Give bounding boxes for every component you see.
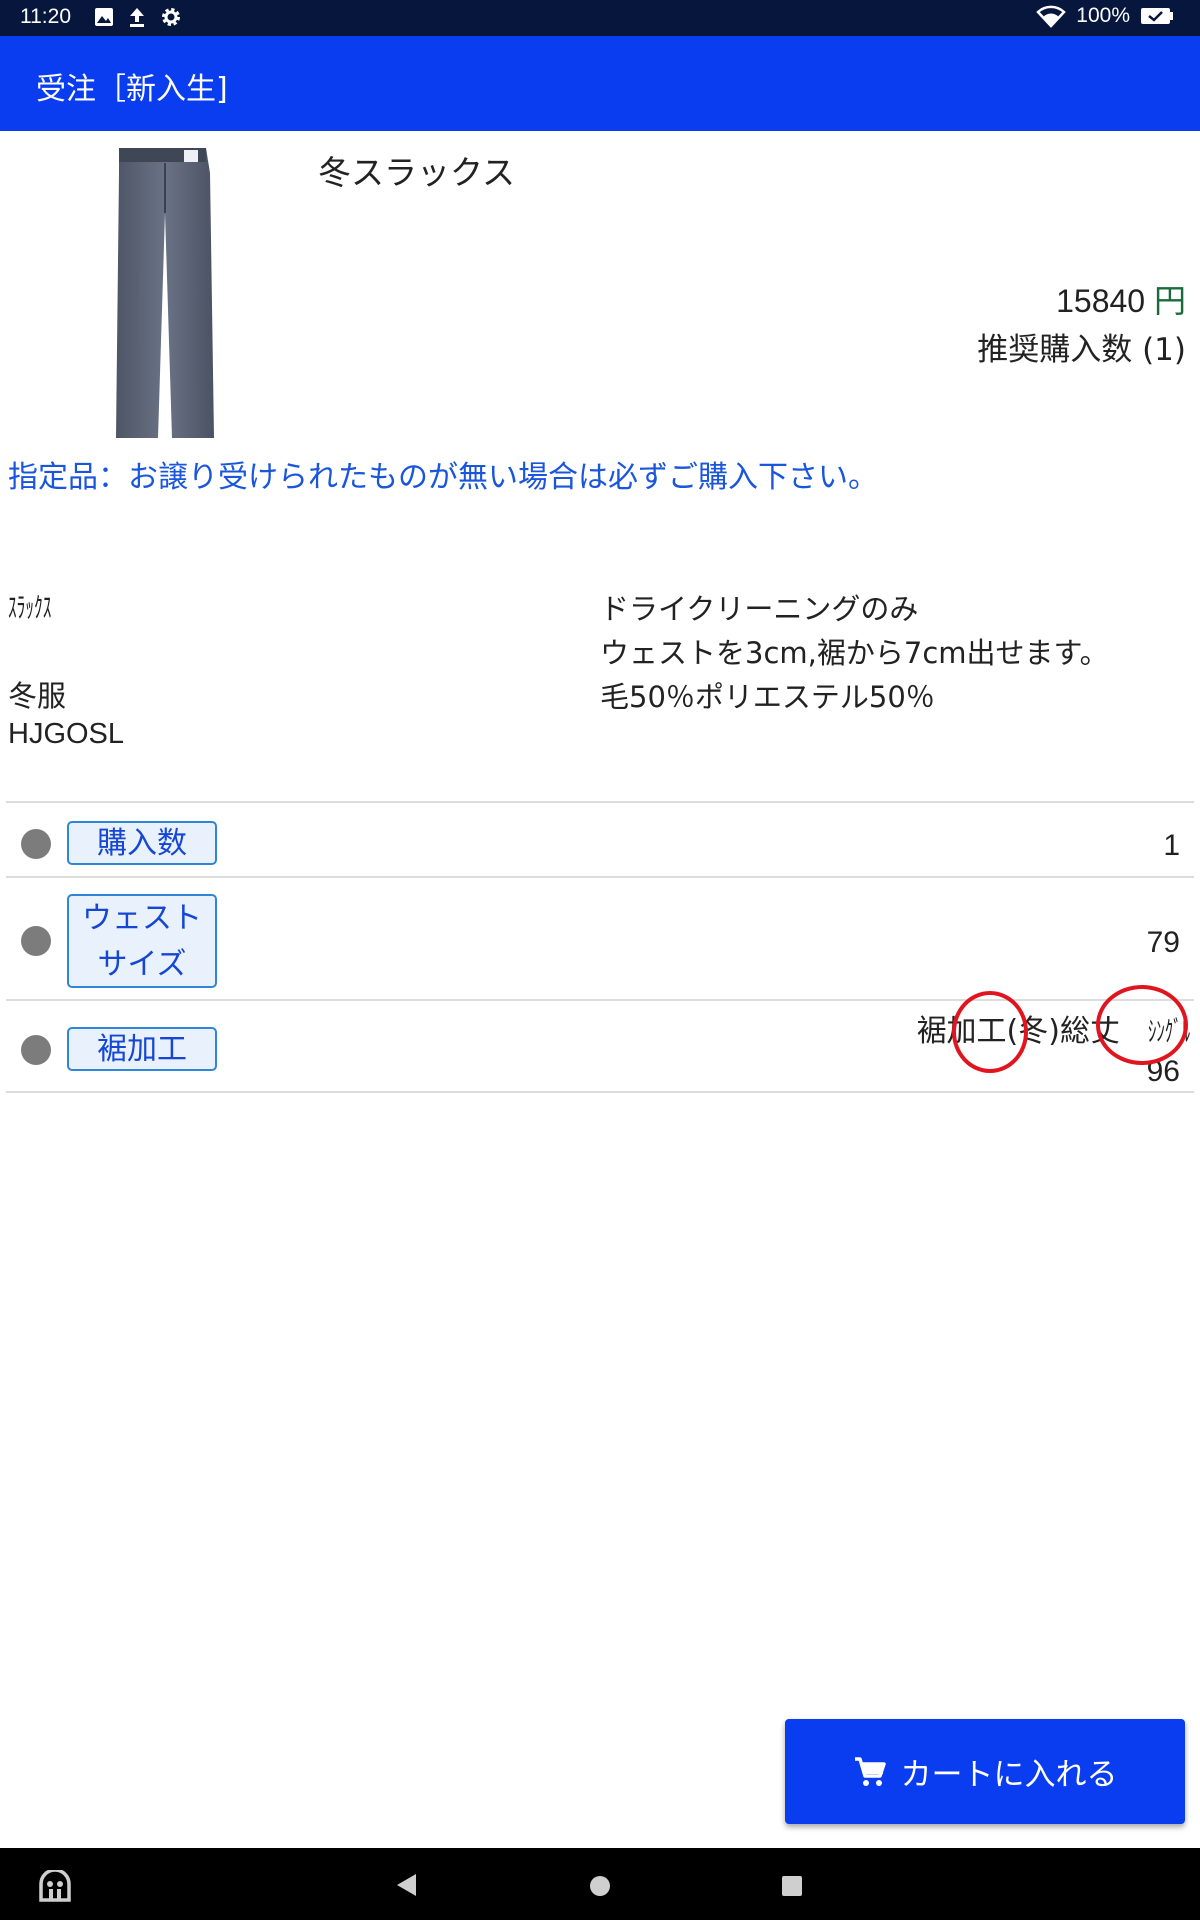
accessibility-icon[interactable] (38, 1870, 72, 1902)
alteration-note: ウェストを3cm,裾から7cm出せます。 (600, 636, 1109, 670)
status-time: 11:20 (20, 5, 71, 28)
app-bar: 受注［新入生] (0, 36, 1200, 131)
product-category-text: ｽﾗｯｸｽ (8, 591, 52, 624)
page-title: 受注［新入生] (36, 72, 228, 107)
waist-size-value[interactable]: 79 (1147, 926, 1180, 960)
status-bar: 11:20 100% (0, 0, 1200, 36)
row-indicator (21, 926, 51, 956)
care-instructions: ドライクリーニングのみ (600, 592, 919, 626)
option-row-waist-size[interactable]: ウェスト サイズ 79 (6, 876, 1194, 999)
annotation-circle (952, 991, 1028, 1073)
wifi-icon (1036, 5, 1067, 28)
product-season: 冬服 (8, 679, 67, 713)
battery-icon (1141, 8, 1173, 24)
waist-size-label-line2: サイズ (97, 947, 187, 982)
cart-icon (854, 1756, 886, 1786)
row-indicator (21, 829, 51, 859)
home-icon[interactable] (588, 1874, 612, 1898)
row-indicator (21, 1035, 51, 1065)
price-value: 15840 (1056, 283, 1146, 319)
product-category: ｽﾗｯｸｽ (8, 586, 78, 626)
price: 15840 円 (1056, 276, 1186, 322)
hem-label: 裾加工 (67, 1027, 217, 1071)
waist-size-label: ウェスト サイズ (67, 894, 217, 988)
navigation-bar (0, 1848, 1200, 1920)
notice-text: 指定品：お譲り受けられたものが無い場合は必ずご購入下さい。 (8, 460, 878, 495)
settings-icon (162, 8, 180, 26)
battery-level: 100% (1076, 4, 1130, 27)
quantity-value[interactable]: 1 (1163, 829, 1180, 863)
product-name: 冬スラックス (318, 153, 516, 192)
material-composition: 毛50％ポリエステル50％ (600, 680, 935, 714)
product-code: HJGOSL (8, 718, 125, 750)
image-notification-icon (95, 8, 113, 26)
currency-label: 円 (1153, 282, 1186, 320)
annotation-circle (1096, 985, 1188, 1065)
add-to-cart-button[interactable]: カートに入れる (785, 1719, 1185, 1824)
product-image (110, 143, 220, 440)
add-to-cart-label: カートに入れる (900, 1757, 1118, 1793)
back-icon[interactable] (394, 1872, 418, 1898)
quantity-label: 購入数 (67, 821, 217, 865)
waist-size-label-line1: ウェスト (82, 901, 202, 936)
recommended-quantity: 推奨購入数 (1) (977, 332, 1186, 368)
upload-icon (130, 8, 144, 27)
recents-icon[interactable] (780, 1874, 804, 1898)
option-row-quantity[interactable]: 購入数 1 (6, 801, 1194, 876)
